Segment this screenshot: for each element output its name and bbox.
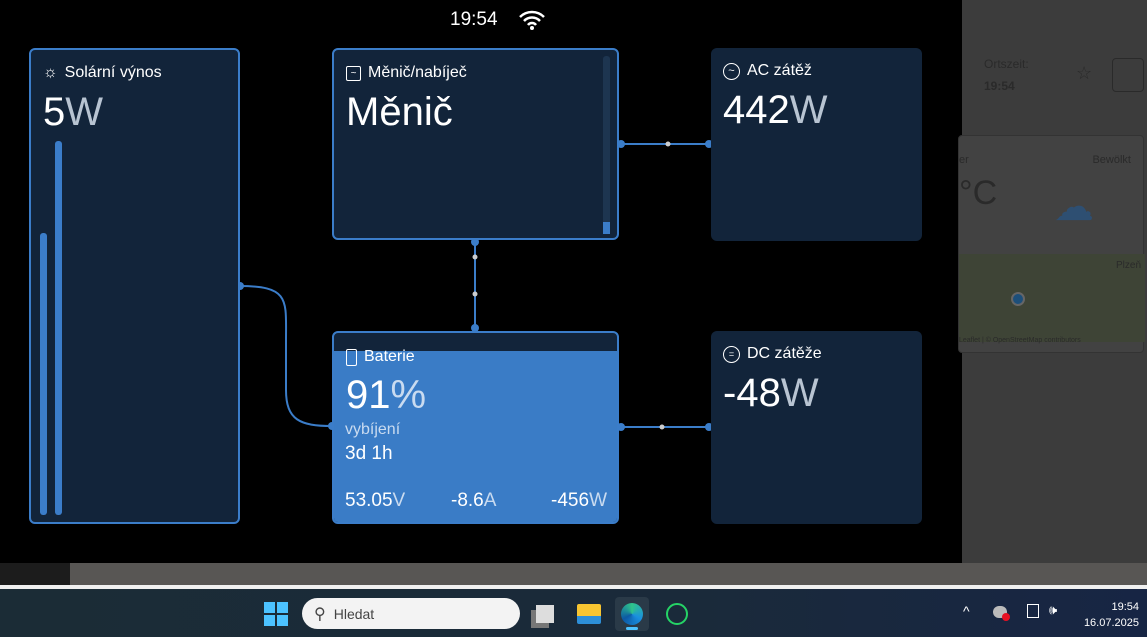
weather-card: er °C Bewölkt ☁ Plzeň Leaflet | © OpenSt… <box>958 135 1145 353</box>
inverter-icon: ~ <box>346 65 361 81</box>
map-city-label: Plzeň <box>1115 260 1141 271</box>
network-icon[interactable] <box>1027 604 1039 618</box>
volume-icon[interactable]: 🕪 <box>1049 602 1057 618</box>
dc-load-card[interactable]: = DC zátěže -48W <box>711 331 922 524</box>
taskbar-date: 16.07.2025 <box>1083 617 1139 629</box>
map-marker[interactable] <box>1011 292 1025 306</box>
ac-value: 442 <box>723 88 790 132</box>
battery-voltage: 53.05 <box>345 490 393 511</box>
taskbar-search-input[interactable]: ⚲ Hledat <box>302 598 520 629</box>
scrollbar[interactable] <box>603 56 610 234</box>
dc-unit: W <box>780 371 819 415</box>
solar-unit: W <box>65 90 104 134</box>
browser-strip <box>0 563 1147 585</box>
taskbar: ⚲ Hledat ^ 🕪 19:54 16.07.2025 <box>0 589 1147 637</box>
inverter-title: Měnič/nabíječ <box>368 64 467 81</box>
dc-icon: = <box>723 345 740 363</box>
cloud-icon: ☁ <box>1054 185 1094 229</box>
taskbar-time: 19:54 <box>1111 601 1139 613</box>
file-explorer-icon[interactable] <box>572 597 606 631</box>
battery-state: vybíjení <box>345 421 401 438</box>
onedrive-error-icon[interactable] <box>993 606 1010 621</box>
inverter-state: Měnič <box>346 90 453 134</box>
dc-value: -48 <box>723 371 781 415</box>
map[interactable]: Plzeň Leaflet | © OpenStreetMap contribu… <box>959 254 1145 344</box>
battery-current: -8.6 <box>451 490 484 511</box>
battery-power: -456 <box>551 490 590 511</box>
battery-soc-unit: % <box>390 373 427 417</box>
voltage-unit: V <box>392 490 406 511</box>
battery-card[interactable]: Baterie 91% vybíjení 3d 1h 53.05V -8.6A … <box>332 331 619 524</box>
ac-wave-icon: ~ <box>723 62 740 80</box>
task-view-icon[interactable] <box>528 597 562 631</box>
solar-bar <box>40 233 47 515</box>
ac-unit: W <box>789 88 828 132</box>
temperature: °C <box>959 174 998 212</box>
battery-title: Baterie <box>364 348 415 365</box>
search-icon: ⚲ <box>314 605 326 623</box>
solar-yield-card[interactable]: ☼ Solární výnos 5W <box>29 48 240 524</box>
weather-condition: Bewölkt <box>1092 154 1131 166</box>
taskbar-clock[interactable]: 19:54 16.07.2025 <box>1084 599 1139 631</box>
battery-time-left: 3d 1h <box>345 443 393 464</box>
local-time: 19:54 <box>984 79 1015 93</box>
battery-soc: 91 <box>346 373 391 417</box>
search-placeholder: Hledat <box>333 605 375 622</box>
solar-value: 5 <box>43 90 66 134</box>
sun-icon: ☼ <box>43 64 58 81</box>
ac-title: AC zátěž <box>747 62 812 79</box>
edge-browser-icon[interactable] <box>615 597 649 631</box>
solar-bar <box>55 141 62 515</box>
windows-start-icon[interactable] <box>259 597 293 631</box>
battery-icon <box>346 348 357 366</box>
power-unit: W <box>589 490 607 511</box>
weather-label: er <box>959 154 969 166</box>
map-attribution[interactable]: Leaflet | © OpenStreetMap contributors <box>959 337 1081 344</box>
dc-title: DC zátěže <box>747 345 822 362</box>
ac-load-card[interactable]: ~ AC zátěž 442W <box>711 48 922 241</box>
settings-toggle-button[interactable] <box>1112 58 1144 92</box>
star-icon[interactable]: ☆ <box>1076 63 1092 84</box>
solar-title: Solární výnos <box>64 64 162 81</box>
victron-dashboard: 19:54 ☼ Solární výnos 5W ~ Měnič/nabíječ M… <box>0 0 962 563</box>
whatsapp-icon[interactable] <box>660 597 694 631</box>
chevron-up-icon[interactable]: ^ <box>963 603 970 619</box>
inverter-card[interactable]: ~ Měnič/nabíječ Měnič <box>332 48 619 240</box>
background-webpage: Ortszeit: 19:54 ☆ er °C Bewölkt ☁ Plzeň … <box>958 0 1147 563</box>
local-time-label: Ortszeit: <box>984 57 1029 71</box>
current-unit: A <box>483 490 497 511</box>
